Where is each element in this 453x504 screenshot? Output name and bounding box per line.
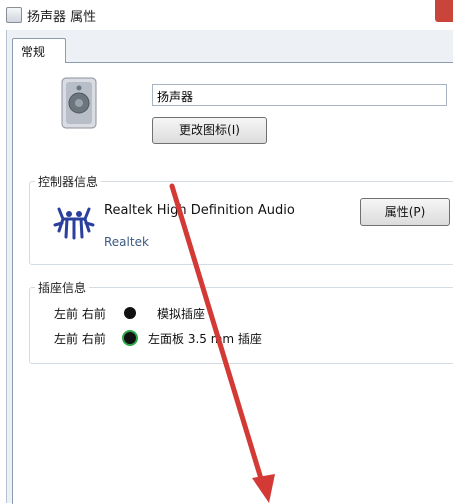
speaker-window-icon [6, 7, 22, 23]
jack-description: 模拟插座 [157, 307, 206, 321]
controller-info-title: 控制器信息 [35, 173, 102, 190]
tab-general[interactable]: 常规 [12, 38, 66, 63]
speaker-icon [61, 77, 97, 129]
change-icon-button[interactable]: 更改图标(I) [152, 117, 267, 144]
controller-name: Realtek High Definition Audio [104, 203, 295, 218]
properties-button[interactable]: 属性(P) [360, 198, 450, 226]
jack-color-indicator [124, 307, 136, 319]
title-bar: 扬声器 属性 [0, 0, 453, 30]
tab-label: 常规 [21, 45, 46, 59]
jack-color-indicator [124, 332, 136, 344]
realtek-crab-icon [53, 207, 95, 240]
controller-vendor: Realtek [104, 235, 149, 249]
jack-info-title: 插座信息 [35, 279, 90, 296]
jack-position: 左前 右前 [54, 332, 106, 346]
jack-info-group [29, 287, 453, 364]
device-name-field[interactable]: 扬声器 [152, 84, 447, 106]
jack-position: 左前 右前 [54, 307, 106, 321]
close-button[interactable] [435, 0, 453, 22]
jack-description: 左面板 3.5 mm 插座 [148, 332, 262, 346]
window-title: 扬声器 属性 [27, 10, 97, 25]
